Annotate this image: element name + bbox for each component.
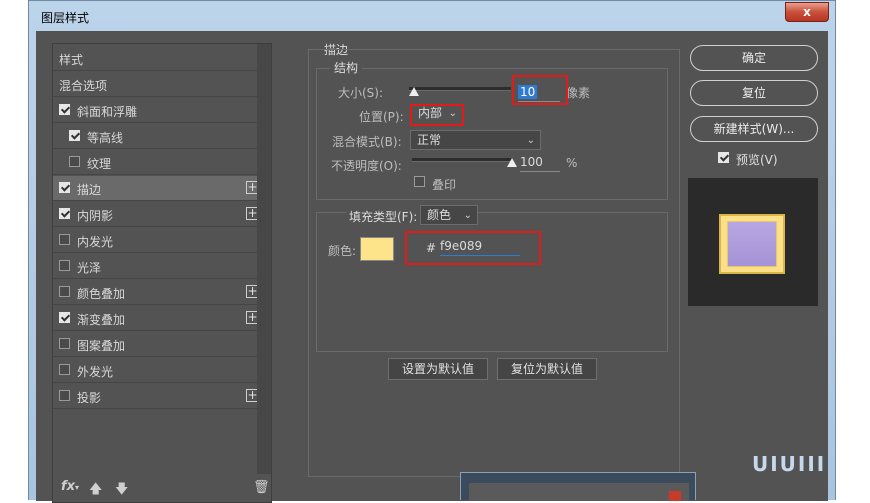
style-list-label: 纹理 [87, 157, 112, 171]
style-list-checkbox[interactable] [59, 312, 70, 323]
opacity-label: 不透明度(O): [331, 159, 402, 173]
reset-button[interactable]: 复位 [690, 80, 818, 106]
position-highlight-box [410, 104, 464, 126]
style-list-label: 等高线 [87, 131, 124, 145]
style-list-label: 光泽 [77, 261, 102, 275]
up-arrow-icon[interactable]: 🡅 [89, 480, 102, 502]
style-list-label: 描边 [77, 183, 102, 197]
style-list-checkbox[interactable] [59, 182, 70, 193]
style-list-item[interactable]: 光泽 [53, 254, 263, 279]
blend-mode-dropdown[interactable]: 正常 ⌄ [410, 130, 541, 150]
hex-highlight-box [405, 231, 541, 265]
style-list-label: 外发光 [77, 365, 114, 379]
ok-button[interactable]: 确定 [690, 45, 818, 71]
set-default-button[interactable]: 设置为默认值 [388, 358, 488, 380]
fill-type-dropdown[interactable]: 颜色 ⌄ [420, 205, 478, 225]
trash-icon[interactable]: 🗑 [253, 480, 270, 495]
down-arrow-icon[interactable]: 🡇 [115, 480, 128, 502]
style-list-item[interactable]: 混合选项 [53, 72, 263, 97]
opacity-value: 100 [520, 155, 543, 169]
style-list-item[interactable]: 斜面和浮雕 [53, 98, 263, 123]
window-title: 图层样式 [41, 11, 90, 25]
blend-mode-value: 正常 [417, 133, 442, 147]
style-list-toolbar: fx▾ 🡅 🡇 🗑 [53, 474, 271, 502]
dialog-window: 图层样式 x 样式混合选项斜面和浮雕等高线纹理描边 + 内阴影 + 内发光光泽颜色叠加 +… [28, 0, 836, 503]
style-list-scrollbar[interactable] [257, 44, 271, 474]
overprint-checkbox[interactable] [414, 176, 425, 187]
chevron-down-icon: ⌄ [526, 135, 535, 146]
style-list-item[interactable]: 投影 + [53, 384, 263, 409]
size-slider[interactable] [409, 87, 511, 91]
fx-button[interactable]: fx▾ [61, 479, 79, 494]
style-list-item[interactable]: 等高线 [53, 124, 263, 149]
watermark-logo: UIUIII [752, 452, 827, 476]
size-label: 大小(S): [338, 86, 384, 100]
preview-fill [727, 221, 777, 267]
fx-caret-icon: ▾ [75, 483, 80, 492]
preview-stroke [719, 214, 785, 274]
style-list-label: 图案叠加 [77, 339, 126, 353]
style-list-item[interactable]: 描边 + [53, 176, 263, 201]
fx-label: fx [61, 479, 76, 494]
style-list-label: 内发光 [77, 235, 114, 249]
style-list-label: 内阴影 [77, 209, 114, 223]
style-list-checkbox[interactable] [69, 156, 80, 167]
style-list: 样式混合选项斜面和浮雕等高线纹理描边 + 内阴影 + 内发光光泽颜色叠加 + 渐变叠加 + 图案… [52, 43, 272, 503]
style-list-item[interactable]: 外发光 [53, 358, 263, 383]
chevron-down-icon: ⌄ [463, 210, 472, 221]
opacity-unit: % [566, 156, 578, 170]
structure-title: 结构 [330, 59, 363, 76]
opacity-input[interactable]: 100 [520, 153, 560, 172]
size-highlight-box [512, 75, 568, 105]
opacity-slider-thumb[interactable] [507, 158, 517, 167]
style-list-label: 投影 [77, 391, 102, 405]
color-swatch[interactable] [360, 237, 394, 261]
overprint-label: 叠印 [432, 178, 457, 192]
style-list-item[interactable]: 渐变叠加 + [53, 306, 263, 331]
style-list-item[interactable]: 图案叠加 [53, 332, 263, 357]
preview-checkbox[interactable] [718, 152, 729, 163]
position-label: 位置(P): [359, 110, 404, 124]
size-slider-thumb[interactable] [409, 87, 420, 96]
reset-default-button[interactable]: 复位为默认值 [497, 358, 597, 380]
fill-type-label: 填充类型(F): [346, 208, 421, 225]
style-list-label: 斜面和浮雕 [77, 105, 138, 119]
style-list-checkbox[interactable] [59, 208, 70, 219]
style-list-checkbox[interactable] [69, 130, 80, 141]
dialog-client: 样式混合选项斜面和浮雕等高线纹理描边 + 内阴影 + 内发光光泽颜色叠加 + 渐变叠加 + 图案… [36, 31, 828, 503]
title-bar[interactable]: 图层样式 x [29, 1, 835, 31]
style-list-label: 样式 [59, 53, 84, 67]
size-unit: 像素 [566, 86, 591, 100]
fill-type-value: 颜色 [427, 208, 452, 222]
style-list-checkbox[interactable] [59, 364, 70, 375]
blend-mode-label: 混合模式(B): [332, 135, 402, 149]
color-label: 颜色: [328, 244, 357, 258]
style-list-checkbox[interactable] [59, 338, 70, 349]
style-list-item[interactable]: 内发光 [53, 228, 263, 253]
style-list-checkbox[interactable] [59, 104, 70, 115]
style-list-checkbox[interactable] [59, 260, 70, 271]
preview-thumbnail [688, 178, 818, 306]
taskbar-thumbnail[interactable] [460, 472, 696, 501]
style-list-label: 渐变叠加 [77, 313, 126, 327]
taskbar-thumbnail-content [469, 483, 689, 501]
style-list-checkbox[interactable] [59, 234, 70, 245]
close-button[interactable]: x [785, 2, 829, 22]
style-list-label: 颜色叠加 [77, 287, 126, 301]
style-list-checkbox[interactable] [59, 390, 70, 401]
preview-label: 预览(V) [736, 153, 778, 167]
opacity-slider[interactable] [412, 158, 512, 162]
style-list-item[interactable]: 内阴影 + [53, 202, 263, 227]
style-list-item[interactable]: 纹理 [53, 150, 263, 175]
style-list-label: 混合选项 [59, 79, 108, 93]
style-list-item[interactable]: 颜色叠加 + [53, 280, 263, 305]
new-style-button[interactable]: 新建样式(W)... [690, 116, 818, 142]
style-list-checkbox[interactable] [59, 286, 70, 297]
style-list-item[interactable]: 样式 [53, 46, 263, 71]
